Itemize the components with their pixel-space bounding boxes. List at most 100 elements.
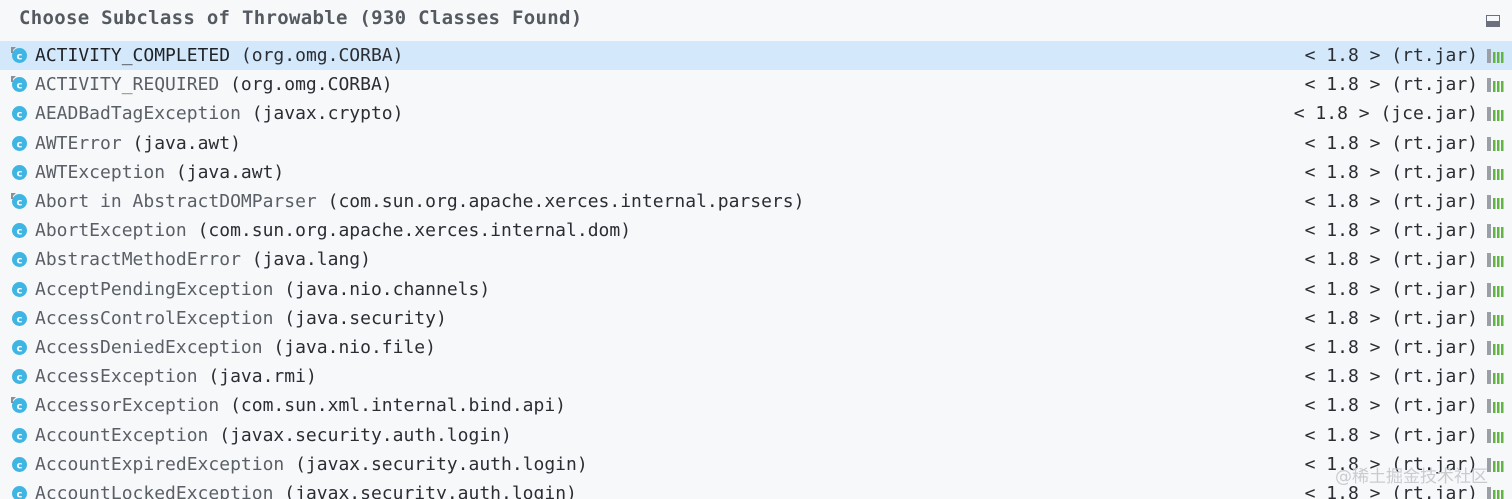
list-item[interactable]: c AWTError (java.awt) < 1.8 > (rt.jar) <box>0 129 1512 158</box>
list-item[interactable]: c AccountException (javax.security.auth.l… <box>0 421 1512 450</box>
class-icon: c <box>12 252 27 268</box>
jdk-version: < 1.8 > <box>1304 278 1381 300</box>
package-name: (java.security) <box>284 307 447 329</box>
jdk-version: < 1.8 > <box>1304 395 1381 417</box>
class-name: AWTException <box>35 161 166 183</box>
class-name: AccessorException <box>35 395 220 417</box>
package-name: (javax.crypto) <box>251 103 404 125</box>
list-item[interactable]: c ACTIVITY_COMPLETED (org.omg.CORBA) < 1.8… <box>0 41 1512 70</box>
package-name: (java.nio.channels) <box>284 278 491 300</box>
list-item[interactable]: c AbstractMethodError (java.lang) < 1.8 > … <box>0 245 1512 274</box>
svg-text:c: c <box>17 314 23 325</box>
library-icon <box>1487 487 1504 499</box>
class-name: AccessDeniedException <box>35 337 263 358</box>
library-icon <box>1487 253 1504 268</box>
svg-text:c: c <box>17 80 23 91</box>
package-name: (java.lang) <box>251 249 371 271</box>
class-name: ACTIVITY_COMPLETED <box>35 45 231 66</box>
class-icon: c <box>12 310 27 326</box>
dialog-header: Choose Subclass of Throwable (930 Classe… <box>0 0 1512 41</box>
list-item[interactable]: c AccessControlException (java.security) <… <box>0 304 1512 333</box>
list-item[interactable]: c AbortException (com.sun.org.apache.xerc… <box>0 216 1512 245</box>
svg-text:c: c <box>17 343 23 354</box>
svg-text:c: c <box>17 285 23 296</box>
jdk-version: < 1.8 > <box>1304 337 1381 358</box>
svg-text:c: c <box>17 402 23 413</box>
list-item[interactable]: c AccessException (java.rmi) < 1.8 > (rt.j… <box>0 362 1512 391</box>
class-name: Abort in AbstractDOMParser <box>35 191 317 212</box>
package-name: (java.rmi) <box>208 366 317 388</box>
class-icon: c <box>12 486 27 499</box>
jdk-version: < 1.8 > <box>1304 220 1381 242</box>
package-name: (javax.security.auth.login) <box>295 453 588 475</box>
jar-name: (rt.jar) <box>1391 249 1478 271</box>
svg-text:c: c <box>17 168 23 179</box>
watermark: @稀土掘金技术社区 <box>1335 467 1488 487</box>
jar-name: (rt.jar) <box>1391 307 1478 329</box>
svg-text:c: c <box>17 51 23 62</box>
class-name: AccountExpiredException <box>35 453 285 475</box>
class-special-icon: c <box>11 397 27 414</box>
list-item[interactable]: c AWTException (java.awt) < 1.8 > (rt.jar) <box>0 158 1512 187</box>
class-list[interactable]: c ACTIVITY_COMPLETED (org.omg.CORBA) < 1.8… <box>0 41 1512 499</box>
library-icon <box>1487 282 1504 297</box>
jar-name: (rt.jar) <box>1391 337 1478 358</box>
library-icon <box>1487 136 1504 151</box>
jar-name: (rt.jar) <box>1391 366 1478 388</box>
list-item[interactable]: c ACTIVITY_REQUIRED (org.omg.CORBA) < 1.8 … <box>0 70 1512 99</box>
package-name: (java.nio.file) <box>273 337 436 358</box>
svg-text:c: c <box>17 139 23 150</box>
jdk-version: < 1.8 > <box>1304 132 1381 154</box>
jdk-version: < 1.8 > <box>1304 424 1381 446</box>
jar-name: (rt.jar) <box>1391 74 1478 96</box>
list-item[interactable]: c AccountExpiredException (javax.security… <box>0 450 1512 479</box>
class-name: AccessException <box>35 366 198 388</box>
jar-name: (rt.jar) <box>1391 191 1478 212</box>
library-icon <box>1487 311 1504 326</box>
jar-name: (rt.jar) <box>1391 395 1478 417</box>
jar-name: (rt.jar) <box>1391 220 1478 242</box>
jar-name: (jce.jar) <box>1380 103 1478 125</box>
jdk-version: < 1.8 > <box>1304 307 1381 329</box>
library-icon <box>1487 224 1504 239</box>
jdk-version: < 1.8 > <box>1304 45 1381 66</box>
jdk-version: < 1.8 > <box>1304 191 1381 212</box>
jar-name: (rt.jar) <box>1391 161 1478 183</box>
class-icon: c <box>12 456 27 472</box>
list-item[interactable]: c Abort in AbstractDOMParser (com.sun.org… <box>0 187 1512 216</box>
class-icon: c <box>12 164 27 180</box>
package-name: (javax.security.auth.login) <box>219 424 512 446</box>
svg-text:c: c <box>17 372 23 383</box>
library-icon <box>1487 49 1504 63</box>
list-item[interactable]: c AccessorException (com.sun.xml.internal… <box>0 391 1512 420</box>
library-icon <box>1487 165 1504 180</box>
class-name: AbortException <box>35 220 187 242</box>
list-item[interactable]: c AcceptPendingException (java.nio.channe… <box>0 275 1512 304</box>
class-icon: c <box>12 281 27 297</box>
class-name: AbstractMethodError <box>35 249 241 271</box>
library-icon <box>1487 107 1504 122</box>
class-special-icon: c <box>11 193 27 209</box>
class-name: AcceptPendingException <box>35 278 274 300</box>
jdk-version: < 1.8 > <box>1304 161 1381 183</box>
class-name: AccountLockedException <box>35 483 274 499</box>
library-icon <box>1487 78 1504 93</box>
class-name: AEADBadTagException <box>35 103 241 125</box>
pin-window-icon[interactable] <box>1486 15 1500 27</box>
list-item[interactable]: c AccessDeniedException (java.nio.file) < … <box>0 333 1512 362</box>
package-name: (com.sun.xml.internal.bind.api) <box>230 395 567 417</box>
class-name: AWTError <box>35 132 122 154</box>
jar-name: (rt.jar) <box>1391 132 1478 154</box>
svg-text:c: c <box>17 110 23 121</box>
library-icon <box>1487 341 1504 355</box>
list-item[interactable]: c AccountLockedException (javax.security.… <box>0 479 1512 499</box>
package-name: (javax.security.auth.login) <box>284 483 577 499</box>
package-name: (java.awt) <box>175 161 285 183</box>
jdk-version: < 1.8 > <box>1304 366 1381 388</box>
svg-text:c: c <box>17 460 23 471</box>
package-name: (com.sun.org.apache.xerces.internal.pars… <box>327 191 805 212</box>
package-name: (org.omg.CORBA) <box>240 45 404 66</box>
class-icon: c <box>12 369 27 385</box>
class-icon: c <box>12 340 27 355</box>
list-item[interactable]: c AEADBadTagException (javax.crypto) < 1.8… <box>0 99 1512 128</box>
